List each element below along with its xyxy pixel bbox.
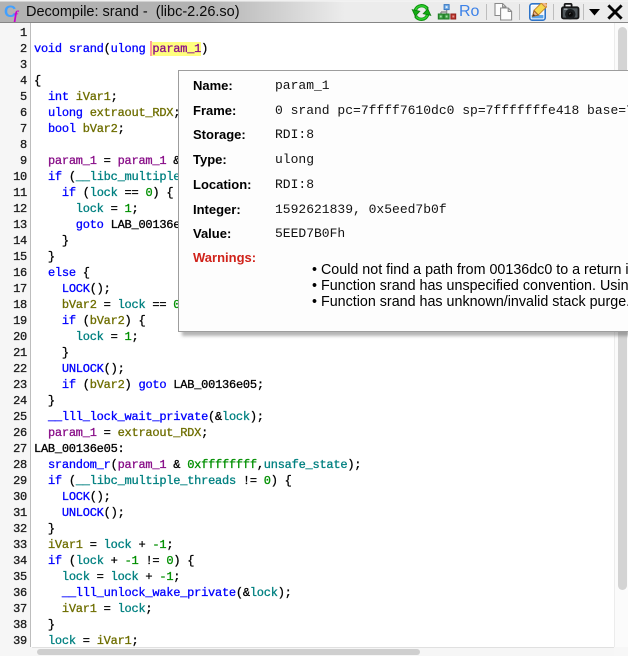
svg-text:f: f (14, 8, 20, 22)
